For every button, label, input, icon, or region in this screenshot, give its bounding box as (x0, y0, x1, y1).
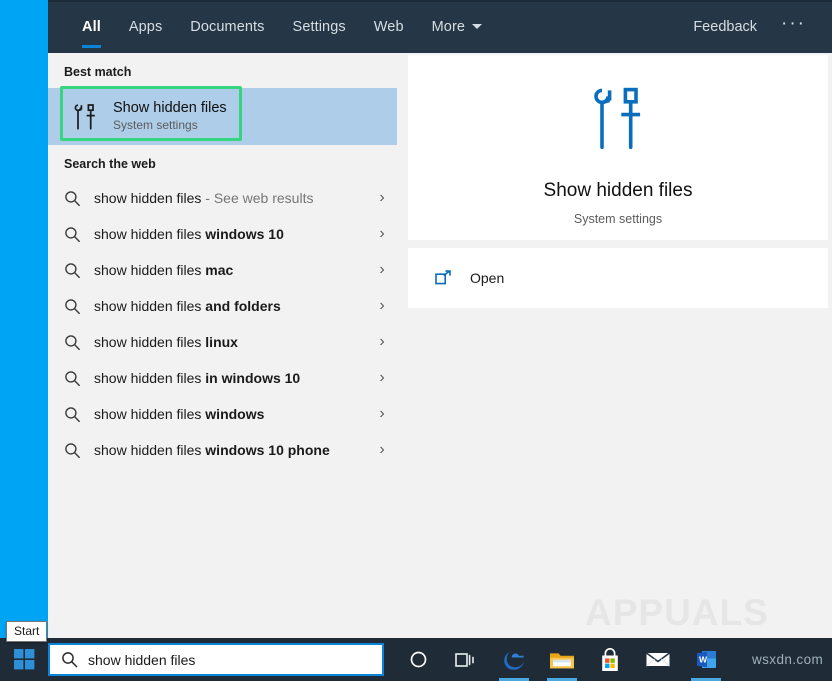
tab-label: More (432, 19, 465, 35)
chevron-right-icon[interactable]: › (367, 189, 397, 207)
chevron-right-icon[interactable]: › (367, 225, 397, 243)
web-result-label: show hidden files mac (94, 262, 367, 278)
results-column: Best match (48, 53, 397, 638)
tab-apps[interactable]: Apps (115, 0, 176, 53)
search-icon (64, 262, 94, 279)
web-result-label: show hidden files windows 10 (94, 226, 367, 242)
open-action[interactable]: Open (408, 269, 504, 287)
best-match-text: Show hidden files System settings (113, 100, 227, 133)
tab-more[interactable]: More (418, 0, 496, 53)
web-result-item[interactable]: show hidden files in windows 10› (48, 360, 397, 396)
taskbar: show hidden files (0, 638, 832, 681)
best-match-section-label: Best match (48, 53, 397, 88)
tab-label: Web (374, 19, 404, 35)
best-match-result[interactable]: Show hidden files System settings (48, 88, 397, 145)
tab-label: Apps (129, 19, 162, 35)
search-tabs: All Apps Documents Settings Web More (48, 0, 496, 53)
preview-column: Show hidden files System settings Open (404, 53, 832, 638)
feedback-button[interactable]: Feedback (679, 19, 771, 35)
chevron-right-icon[interactable]: › (367, 441, 397, 459)
preview-title: Show hidden files (544, 180, 693, 202)
search-icon (64, 334, 94, 351)
svg-text:W: W (699, 655, 708, 665)
tab-label: Documents (190, 19, 264, 35)
search-icon (64, 370, 94, 387)
web-result-item[interactable]: show hidden files windows 10› (48, 216, 397, 252)
tools-icon-large (587, 83, 649, 160)
windows-logo-icon (14, 649, 35, 670)
open-action-label: Open (470, 270, 504, 286)
search-web-section-label: Search the web (48, 145, 397, 180)
search-input-value[interactable]: show hidden files (88, 652, 195, 668)
best-match-subtitle: System settings (113, 119, 227, 133)
tab-all[interactable]: All (68, 0, 115, 53)
header-right: Feedback ··· (679, 0, 832, 53)
cortana-icon[interactable] (394, 638, 442, 681)
word-icon[interactable]: W (682, 638, 730, 681)
web-result-item[interactable]: show hidden files mac› (48, 252, 397, 288)
column-divider (397, 53, 404, 638)
chevron-down-icon (472, 24, 482, 29)
chevron-right-icon[interactable]: › (367, 405, 397, 423)
web-result-label: show hidden files windows (94, 406, 367, 422)
tab-settings[interactable]: Settings (279, 0, 360, 53)
overflow-menu-icon[interactable]: ··· (771, 14, 816, 39)
windows-search-flyout: All Apps Documents Settings Web More Feedback… (48, 0, 832, 638)
open-external-icon (434, 269, 464, 287)
preview-actions-card: Open (408, 248, 828, 308)
search-icon (64, 406, 94, 423)
chevron-right-icon[interactable]: › (367, 297, 397, 315)
screen: All Apps Documents Settings Web More Feedback… (0, 0, 832, 681)
taskbar-search-box[interactable]: show hidden files (48, 643, 384, 676)
tab-label: All (82, 19, 101, 35)
web-result-item[interactable]: show hidden files windows› (48, 396, 397, 432)
active-tab-underline (82, 45, 101, 48)
site-watermark: wsxdn.com (752, 652, 823, 667)
search-body: Best match (48, 53, 832, 638)
web-results-list: show hidden files - See web results›show… (48, 180, 397, 468)
search-icon (64, 298, 94, 315)
web-result-item[interactable]: show hidden files and folders› (48, 288, 397, 324)
tab-documents[interactable]: Documents (176, 0, 278, 53)
edge-icon[interactable] (490, 638, 538, 681)
chevron-right-icon[interactable]: › (367, 261, 397, 279)
tab-web[interactable]: Web (360, 0, 418, 53)
search-icon (64, 442, 94, 459)
web-result-item[interactable]: show hidden files - See web results› (48, 180, 397, 216)
tools-icon (67, 102, 103, 132)
file-explorer-icon[interactable] (538, 638, 586, 681)
start-button[interactable] (0, 638, 48, 681)
search-icon (50, 651, 88, 668)
web-result-label: show hidden files and folders (94, 298, 367, 314)
web-result-item[interactable]: show hidden files windows 10 phone› (48, 432, 397, 468)
preview-subtitle: System settings (574, 212, 662, 226)
web-result-label: show hidden files windows 10 phone (94, 442, 367, 458)
microsoft-store-icon[interactable] (586, 638, 634, 681)
best-match-title: Show hidden files (113, 100, 227, 117)
mail-icon[interactable] (634, 638, 682, 681)
preview-card: Show hidden files System settings (408, 55, 828, 240)
taskbar-items: W (394, 638, 730, 681)
web-result-item[interactable]: show hidden files linux› (48, 324, 397, 360)
web-result-label: show hidden files - See web results (94, 190, 367, 206)
tab-label: Settings (293, 19, 346, 35)
search-icon (64, 190, 94, 207)
web-result-label: show hidden files in windows 10 (94, 370, 367, 386)
start-tooltip: Start (6, 621, 47, 642)
search-icon (64, 226, 94, 243)
web-result-label: show hidden files linux (94, 334, 367, 350)
task-view-icon[interactable] (442, 638, 490, 681)
chevron-right-icon[interactable]: › (367, 369, 397, 387)
search-header: All Apps Documents Settings Web More Feedback… (48, 0, 832, 53)
chevron-right-icon[interactable]: › (367, 333, 397, 351)
